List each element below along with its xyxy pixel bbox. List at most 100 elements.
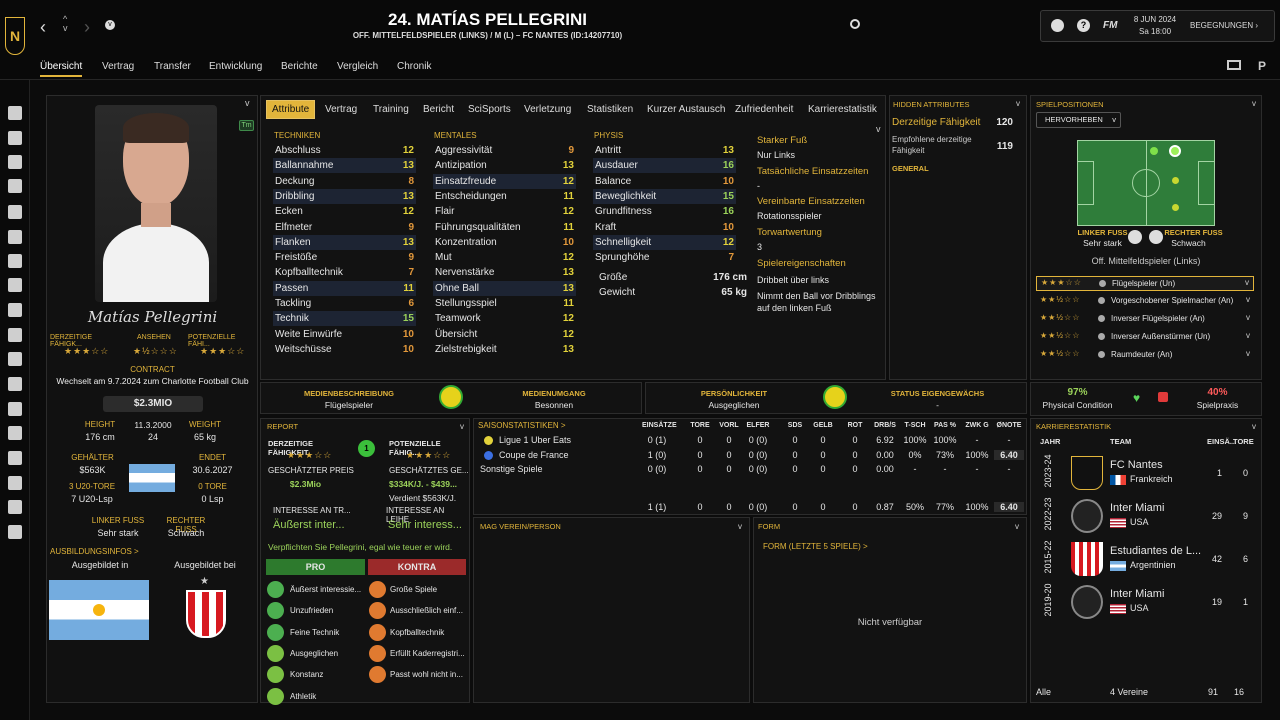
attribute-row[interactable]: Abschluss 12 (273, 143, 416, 158)
attribute-row[interactable]: Flanken 13 (273, 234, 416, 250)
attribute-row[interactable]: Ballannahme 13 (273, 158, 416, 174)
attribute-row[interactable]: Balance 10 (593, 174, 736, 189)
chevron-down-icon[interactable]: v (738, 522, 742, 531)
chevron-down-icon[interactable]: v (1252, 422, 1256, 431)
club-crest[interactable] (1071, 585, 1103, 619)
attribute-row[interactable]: Flair 12 (433, 204, 576, 219)
competition-name[interactable]: Sonstige Spiele (480, 464, 543, 474)
career-team[interactable]: Inter Miami (1110, 588, 1205, 600)
analytics-icon[interactable] (8, 476, 22, 490)
season-col-header[interactable]: TORE (685, 422, 715, 429)
attribute-row[interactable]: Übersicht 12 (433, 327, 576, 342)
form-subtitle[interactable]: FORM (LETZTE 5 SPIELE) > (763, 542, 868, 551)
tab-training[interactable]: Training (373, 104, 409, 115)
attribute-row[interactable]: Kopfballtechnik 7 (273, 265, 416, 280)
attribute-row[interactable]: Ohne Ball 13 (433, 280, 576, 296)
chevron-down-icon[interactable]: v (245, 98, 250, 108)
career-team[interactable]: Inter Miami (1110, 502, 1205, 514)
help-icon[interactable]: ? (1077, 19, 1090, 32)
season-col-header[interactable]: PAS % (930, 422, 960, 429)
attribute-row[interactable]: Antritt 13 (593, 143, 736, 158)
season-col-header[interactable]: T-SCH (900, 422, 930, 429)
trophy-icon[interactable] (8, 328, 22, 342)
club-crest[interactable] (1071, 542, 1103, 576)
attribute-row[interactable]: Antizipation 13 (433, 158, 576, 173)
tm-badge[interactable]: Tm (239, 120, 254, 131)
squad-icon[interactable] (8, 155, 22, 169)
attribute-row[interactable]: Sprunghöhe 7 (593, 250, 736, 265)
attribute-row[interactable]: Kraft 10 (593, 220, 736, 235)
medical-icon[interactable] (8, 278, 22, 292)
home-icon[interactable] (8, 106, 22, 120)
fm-logo[interactable]: FM (1103, 20, 1117, 31)
career-team[interactable]: Estudiantes de L... (1110, 545, 1205, 557)
screen-icon[interactable] (1227, 60, 1241, 70)
attribute-row[interactable]: Entscheidungen 11 (433, 189, 576, 204)
menu-compare[interactable]: Vergleich (337, 61, 378, 72)
attribute-row[interactable]: Technik 15 (273, 311, 416, 327)
season-col-header[interactable]: ØNOTE (994, 422, 1024, 429)
back-icon[interactable]: ‹ (40, 17, 46, 38)
season-col-header[interactable]: GELB (808, 422, 838, 429)
role-row[interactable]: ★★½☆☆ Inverser Außenstürmer (Un) v (1036, 330, 1254, 345)
people-icon[interactable] (8, 525, 22, 539)
attribute-row[interactable]: Ausdauer 16 (593, 158, 736, 174)
chevron-down-icon[interactable]: v (1016, 99, 1020, 108)
finances-icon[interactable] (8, 426, 22, 440)
season-col-header[interactable]: ZWK G (962, 422, 992, 429)
search-icon[interactable] (850, 19, 860, 29)
tactics-icon[interactable] (8, 179, 22, 193)
tab-happiness[interactable]: Zufriedenheit (735, 104, 793, 115)
scouting-icon[interactable] (8, 352, 22, 366)
transfers-icon[interactable] (8, 377, 22, 391)
season-col-header[interactable]: ROT (840, 422, 870, 429)
attribute-row[interactable]: Ecken 12 (273, 204, 416, 219)
training-info-link[interactable]: AUSBILDUNGSINFOS > (50, 547, 139, 556)
club-info-icon[interactable] (8, 402, 22, 416)
attribute-row[interactable]: Passen 11 (273, 280, 416, 296)
season-col-header[interactable]: DRB/S (870, 422, 900, 429)
globe-icon[interactable] (1051, 19, 1064, 32)
role-row[interactable]: ★★½☆☆ Raumdeuter (An) v (1036, 348, 1254, 363)
chevron-down-icon[interactable]: v (105, 20, 115, 30)
club-crest[interactable] (1071, 499, 1103, 533)
attribute-row[interactable]: Stellungsspiel 11 (433, 296, 576, 311)
attribute-row[interactable]: Teamwork 12 (433, 311, 576, 326)
chevron-down-icon[interactable]: v (1246, 349, 1250, 358)
attribute-row[interactable]: Weitschüsse 10 (273, 342, 416, 357)
estudiantes-crest[interactable] (186, 590, 226, 638)
role-row[interactable]: ★★½☆☆ Vorgeschobener Spielmacher (An) v (1036, 294, 1254, 309)
menu-transfer[interactable]: Transfer (154, 61, 191, 72)
training-icon[interactable] (8, 254, 22, 268)
staff-icon[interactable] (8, 230, 22, 244)
club-crest[interactable] (1071, 456, 1103, 490)
tab-attributes[interactable]: Attribute (266, 100, 316, 119)
chevron-down-icon[interactable]: v (1015, 522, 1019, 531)
forward-icon[interactable]: › (84, 17, 90, 38)
season-stats-title[interactable]: SAISONSTATISTIKEN > (478, 421, 566, 430)
menu-contract[interactable]: Vertrag (102, 61, 134, 72)
attribute-row[interactable]: Konzentration 10 (433, 235, 576, 250)
menu-reports[interactable]: Berichte (281, 61, 318, 72)
dev-centre-icon[interactable] (8, 451, 22, 465)
attribute-row[interactable]: Beweglichkeit 15 (593, 188, 736, 204)
season-col-header[interactable]: SDS (780, 422, 810, 429)
career-team[interactable]: FC Nantes (1110, 459, 1205, 471)
tab-report[interactable]: Bericht (423, 104, 454, 115)
argentina-flag[interactable] (49, 580, 149, 640)
chevron-down-icon[interactable]: v (1245, 278, 1249, 287)
highlight-dropdown[interactable]: HERVORHEBEN v (1036, 112, 1121, 128)
info-icon[interactable] (1098, 315, 1105, 322)
attribute-row[interactable]: Mut 12 (433, 250, 576, 265)
dynamics-icon[interactable] (8, 205, 22, 219)
chevron-down-icon[interactable]: v (876, 124, 881, 134)
tab-statistics[interactable]: Statistiken (587, 104, 633, 115)
season-col-header[interactable]: EINSÄTZE (642, 422, 677, 429)
paypal-icon[interactable]: P (1258, 59, 1266, 73)
menu-history[interactable]: Chronik (397, 61, 431, 72)
role-row[interactable]: ★★½☆☆ Inverser Flügelspieler (An) v (1036, 312, 1254, 327)
club-crest[interactable]: N (5, 17, 25, 55)
season-col-header[interactable]: VORL (714, 422, 744, 429)
inbox-icon[interactable] (8, 131, 22, 145)
info-icon[interactable] (1099, 280, 1106, 287)
